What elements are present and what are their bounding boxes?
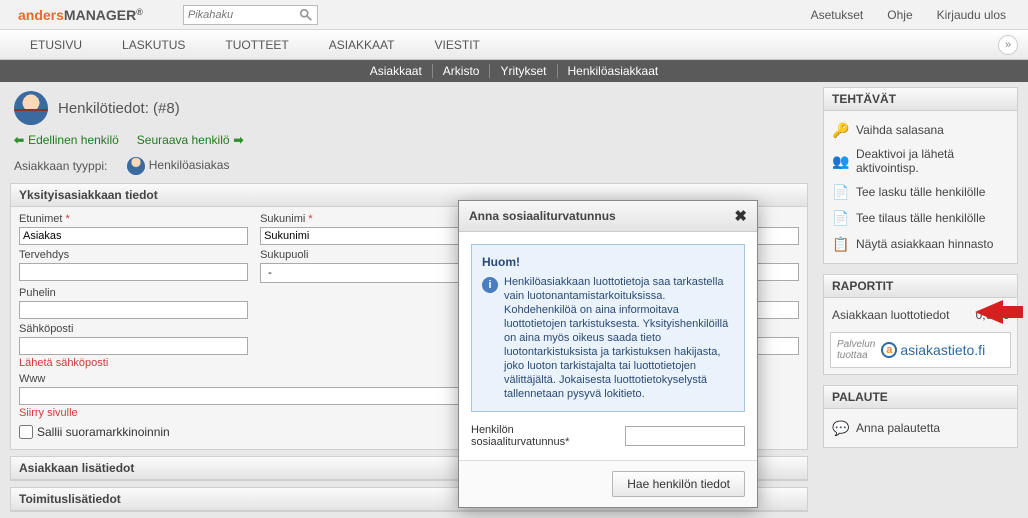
main-nav: ETUSIVU LASKUTUS TUOTTEET ASIAKKAAT VIES…: [0, 30, 1028, 60]
tasks-panel: TEHTÄVÄT 🔑Vaihda salasana 👥Deaktivoi ja …: [823, 87, 1018, 264]
ssn-modal: Anna sosiaaliturvatunnus ✖ Huom! i Henki…: [458, 200, 758, 508]
greeting-field: Tervehdys: [19, 249, 248, 283]
help-link[interactable]: Ohje: [875, 8, 924, 22]
send-email-link[interactable]: Lähetä sähköposti: [19, 357, 248, 369]
gender-select[interactable]: -: [260, 263, 489, 283]
ssn-input[interactable]: [625, 426, 745, 446]
brand-logo[interactable]: andersMANAGER®: [18, 7, 143, 23]
firstname-field: Etunimet *: [19, 213, 248, 245]
sub-nav: Asiakkaat Arkisto Yritykset Henkilöasiak…: [0, 60, 1028, 82]
reports-panel: RAPORTIT Asiakkaan luottotiedot 0,60 € P…: [823, 274, 1018, 375]
provider-box: Palveluntuottaa a asiakastieto.fi: [830, 332, 1011, 368]
phone-field: Puhelin: [19, 287, 248, 319]
pricelist-icon: 📋: [832, 235, 850, 253]
allow-marketing-label: Sallii suoramarkkinoinnin: [37, 425, 170, 439]
annotation-arrow-icon: [975, 300, 1003, 324]
modal-notice-body: Henkilöasiakkaan luottotietoja saa tarka…: [504, 275, 734, 401]
nav-products[interactable]: TUOTTEET: [205, 30, 308, 59]
task-show-pricelist[interactable]: 📋Näytä asiakkaan hinnasto: [830, 231, 1011, 257]
reports-header: RAPORTIT: [824, 275, 1017, 298]
www-field: Www Siirry sivulle: [19, 373, 489, 419]
person-mini-icon: [127, 157, 145, 175]
search-input[interactable]: [188, 9, 299, 21]
firstname-input[interactable]: [19, 227, 248, 245]
search-icon[interactable]: [299, 8, 313, 22]
provider-logo-icon: a: [881, 342, 897, 358]
speech-icon: 💬: [832, 419, 850, 437]
settings-link[interactable]: Asetukset: [799, 8, 876, 22]
key-icon: 🔑: [832, 121, 850, 139]
nav-billing[interactable]: LASKUTUS: [102, 30, 205, 59]
task-create-order[interactable]: 📄Tee tilaus tälle henkilölle: [830, 205, 1011, 231]
logout-link[interactable]: Kirjaudu ulos: [925, 8, 1018, 22]
goto-site-link[interactable]: Siirry sivulle: [19, 407, 489, 419]
nav-overflow[interactable]: »: [998, 35, 1018, 55]
person-avatar-icon: [14, 91, 48, 125]
invoice-icon: 📄: [832, 183, 850, 201]
feedback-header: PALAUTE: [824, 386, 1017, 409]
www-input[interactable]: [19, 387, 489, 405]
page-title: Henkilötiedot: (#8): [58, 100, 180, 117]
lastname-input[interactable]: [260, 227, 489, 245]
nav-home[interactable]: ETUSIVU: [10, 30, 102, 59]
arrow-left-icon: ⬅: [14, 133, 24, 147]
gender-field: Sukupuoli -: [260, 249, 489, 283]
phone-input[interactable]: [19, 301, 248, 319]
feedback-panel: PALAUTE 💬Anna palautetta: [823, 385, 1018, 448]
prev-person-link[interactable]: ⬅Edellinen henkilö: [14, 133, 119, 147]
nav-messages[interactable]: VIESTIT: [415, 30, 500, 59]
provider-logo: a asiakastieto.fi: [881, 342, 985, 358]
modal-title: Anna sosiaaliturvatunnus: [469, 209, 616, 223]
greeting-input[interactable]: [19, 263, 248, 281]
modal-close-icon[interactable]: ✖: [734, 207, 747, 225]
order-icon: 📄: [832, 209, 850, 227]
allow-marketing-checkbox[interactable]: [19, 425, 33, 439]
ssn-label: Henkilön sosiaaliturvatunnus*: [471, 424, 615, 448]
task-deactivate[interactable]: 👥Deaktivoi ja lähetä aktivointisp.: [830, 143, 1011, 179]
deactivate-icon: 👥: [832, 152, 850, 170]
modal-notice: Huom! i Henkilöasiakkaan luottotietoja s…: [471, 244, 745, 412]
customer-type-label: Asiakkaan tyyppi:: [14, 159, 107, 173]
subnav-customers[interactable]: Asiakkaat: [360, 64, 433, 78]
subnav-companies[interactable]: Yritykset: [490, 64, 557, 78]
global-search[interactable]: [183, 5, 318, 25]
nav-customers[interactable]: ASIAKKAAT: [309, 30, 415, 59]
give-feedback-link[interactable]: 💬Anna palautetta: [830, 415, 1011, 441]
email-input[interactable]: [19, 337, 248, 355]
task-create-invoice[interactable]: 📄Tee lasku tälle henkilölle: [830, 179, 1011, 205]
modal-notice-title: Huom!: [482, 255, 734, 269]
info-icon: i: [482, 277, 498, 293]
email-field: Sähköposti Lähetä sähköposti: [19, 323, 248, 369]
subnav-person-customers[interactable]: Henkilöasiakkaat: [558, 64, 669, 78]
lastname-field: Sukunimi *: [260, 213, 489, 245]
customer-type-value: Henkilöasiakas: [127, 157, 229, 175]
subnav-archive[interactable]: Arkisto: [433, 64, 491, 78]
arrow-right-icon: ➡: [234, 133, 244, 147]
task-change-password[interactable]: 🔑Vaihda salasana: [830, 117, 1011, 143]
tasks-header: TEHTÄVÄT: [824, 88, 1017, 111]
fetch-person-button[interactable]: Hae henkilön tiedot: [612, 471, 745, 497]
next-person-link[interactable]: Seuraava henkilö➡: [137, 133, 244, 147]
